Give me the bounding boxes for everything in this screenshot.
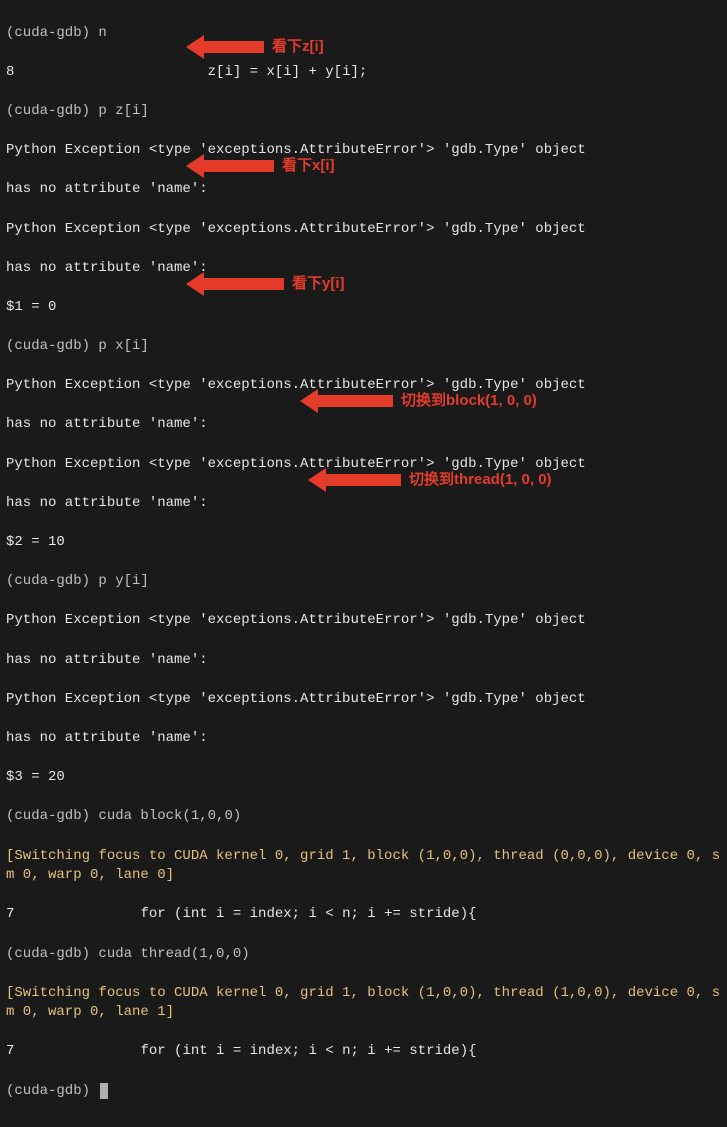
cmd-thread: cuda thread(1,0,0) [98, 946, 249, 962]
value-line: $2 = 10 [6, 533, 721, 553]
cmd-px: p x[i] [98, 338, 148, 354]
src-body: z[i] = x[i] + y[i]; [208, 64, 368, 80]
src-linenum: 8 [6, 64, 14, 80]
exc-line: has no attribute 'name': [6, 180, 721, 200]
exc-line: has no attribute 'name': [6, 259, 721, 279]
src-linenum: 7 [6, 1043, 14, 1059]
switch-line: [Switching focus to CUDA kernel 0, grid … [6, 984, 721, 1023]
line-cmd-py: (cuda-gdb) p y[i] [6, 572, 721, 592]
exc-line: Python Exception <type 'exceptions.Attri… [6, 690, 721, 710]
value-line: $3 = 20 [6, 768, 721, 788]
exc-line: has no attribute 'name': [6, 651, 721, 671]
cmd-block: cuda block(1,0,0) [98, 808, 241, 824]
line-cmd-pz: (cuda-gdb) p z[i] [6, 102, 721, 122]
line-cmd-px: (cuda-gdb) p x[i] [6, 337, 721, 357]
prompt: (cuda-gdb) [6, 25, 90, 41]
terminal-output: (cuda-gdb) n 8 z[i] = x[i] + y[i]; (cuda… [0, 0, 727, 1127]
src-body: for (int i = index; i < n; i += stride){ [140, 1043, 476, 1059]
cmd-py: p y[i] [98, 573, 148, 589]
line-cmd-n: (cuda-gdb) n [6, 24, 721, 44]
line-cmd-thread: (cuda-gdb) cuda thread(1,0,0) [6, 945, 721, 965]
cmd-n: n [98, 25, 106, 41]
exc-line: Python Exception <type 'exceptions.Attri… [6, 141, 721, 161]
cmd-pz: p z[i] [98, 103, 148, 119]
src-body: for (int i = index; i < n; i += stride){ [140, 906, 476, 922]
cursor-icon [100, 1083, 108, 1099]
exc-line: Python Exception <type 'exceptions.Attri… [6, 220, 721, 240]
exc-line: has no attribute 'name': [6, 494, 721, 514]
exc-line: Python Exception <type 'exceptions.Attri… [6, 376, 721, 396]
line-src-7: 7 for (int i = index; i < n; i += stride… [6, 905, 721, 925]
switch-line: [Switching focus to CUDA kernel 0, grid … [6, 847, 721, 886]
line-prompt-empty[interactable]: (cuda-gdb) [6, 1082, 721, 1102]
exc-line: Python Exception <type 'exceptions.Attri… [6, 455, 721, 475]
value-line: $1 = 0 [6, 298, 721, 318]
line-cmd-block: (cuda-gdb) cuda block(1,0,0) [6, 807, 721, 827]
exc-line: Python Exception <type 'exceptions.Attri… [6, 611, 721, 631]
exc-line: has no attribute 'name': [6, 415, 721, 435]
exc-line: has no attribute 'name': [6, 729, 721, 749]
line-src-7b: 7 for (int i = index; i < n; i += stride… [6, 1042, 721, 1062]
line-src-8: 8 z[i] = x[i] + y[i]; [6, 63, 721, 83]
src-linenum: 7 [6, 906, 14, 922]
